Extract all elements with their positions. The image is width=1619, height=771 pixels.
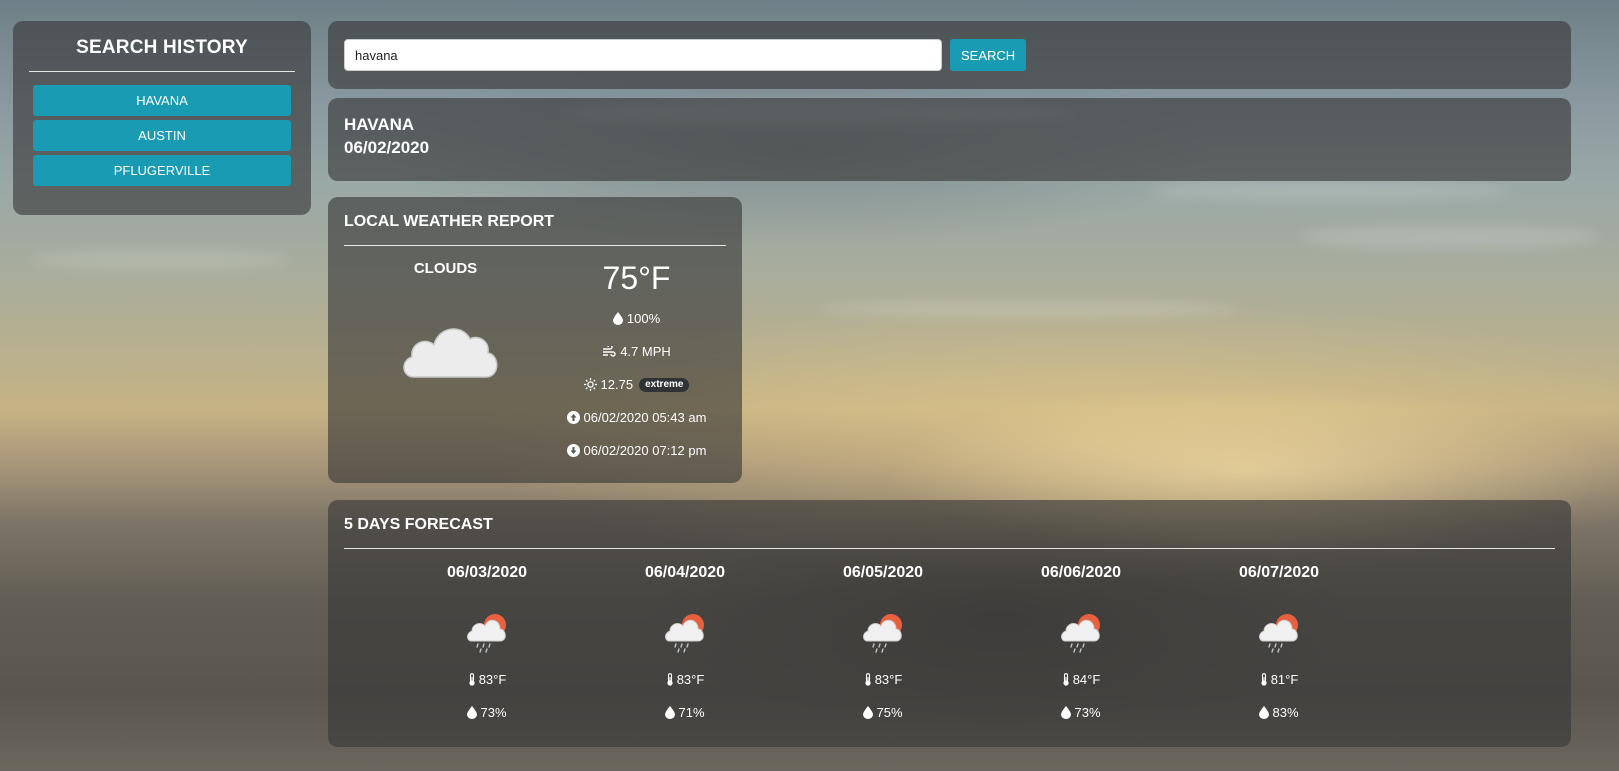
thermometer-icon — [666, 673, 674, 686]
cloud-streak — [1300, 225, 1600, 249]
cloud-icon — [344, 317, 547, 379]
droplet-icon — [612, 312, 623, 325]
forecast-temp: 83°F — [676, 672, 705, 687]
thermometer-icon — [864, 673, 872, 686]
sun-cloud-rain-icon — [388, 609, 586, 653]
search-history-list: HAVANA AUSTIN PFLUGERVILLE — [29, 85, 295, 186]
forecast-temp: 84°F — [1072, 672, 1101, 687]
forecast-date: 06/06/2020 — [1040, 564, 1122, 581]
forecast-temp-stat: 81°F — [1180, 663, 1378, 696]
forecast-humidity-stat: 75% — [784, 696, 982, 729]
forecast-day: 06/03/2020 83°F 73% — [388, 561, 586, 729]
humidity-stat: 100% — [547, 302, 726, 335]
wind-stat: 4.7 MPH — [547, 335, 726, 368]
uv-stat: 12.75 extreme — [547, 368, 726, 401]
forecast-humidity-stat: 71% — [586, 696, 784, 729]
sun-cloud-rain-icon — [1180, 609, 1378, 653]
search-history-title: SEARCH HISTORY — [29, 37, 295, 72]
forecast-temp: 83°F — [874, 672, 903, 687]
forecast-humidity-stat: 73% — [982, 696, 1180, 729]
wind-icon — [602, 345, 616, 358]
sunset-stat: 06/02/2020 07:12 pm — [547, 434, 726, 467]
forecast-panel: 5 DAYS FORECAST 06/03/2020 83°F 73% 06/0… — [328, 500, 1571, 747]
droplet-icon — [1061, 706, 1072, 719]
droplet-icon — [467, 706, 478, 719]
sunset-value: 06/02/2020 07:12 pm — [583, 443, 707, 458]
droplet-icon — [1259, 706, 1270, 719]
history-button-pflugerville[interactable]: PFLUGERVILLE — [33, 155, 291, 186]
forecast-humidity: 71% — [678, 705, 705, 720]
forecast-temp-stat: 83°F — [388, 663, 586, 696]
search-bar: SEARCH — [328, 21, 1571, 89]
forecast-date: 06/04/2020 — [644, 564, 726, 581]
forecast-day: 06/05/2020 83°F 75% — [784, 561, 982, 729]
droplet-icon — [665, 706, 676, 719]
thermometer-icon — [468, 673, 476, 686]
forecast-humidity-stat: 83% — [1180, 696, 1378, 729]
forecast-humidity-stat: 73% — [388, 696, 586, 729]
forecast-humidity: 83% — [1272, 705, 1299, 720]
forecast-day: 06/07/2020 81°F 83% — [1180, 561, 1378, 729]
uv-value: 12.75 — [600, 377, 634, 392]
local-weather-title: LOCAL WEATHER REPORT — [344, 213, 726, 246]
forecast-humidity: 73% — [1074, 705, 1101, 720]
forecast-date: 06/03/2020 — [446, 564, 528, 581]
current-date: 06/02/2020 — [344, 138, 430, 157]
forecast-day: 06/06/2020 84°F 73% — [982, 561, 1180, 729]
forecast-humidity: 75% — [876, 705, 903, 720]
wind-value: 4.7 MPH — [620, 344, 671, 359]
sunrise-value: 06/02/2020 05:43 am — [583, 410, 707, 425]
arrow-up-circle-icon — [566, 411, 580, 424]
forecast-temp: 83°F — [478, 672, 507, 687]
forecast-day: 06/04/2020 83°F 71% — [586, 561, 784, 729]
sun-icon — [583, 378, 597, 391]
search-history-panel: SEARCH HISTORY HAVANA AUSTIN PFLUGERVILL… — [13, 21, 311, 215]
forecast-temp: 81°F — [1270, 672, 1299, 687]
forecast-temp-stat: 83°F — [784, 663, 982, 696]
thermometer-icon — [1062, 673, 1070, 686]
search-button[interactable]: SEARCH — [950, 39, 1027, 71]
forecast-temp-stat: 83°F — [586, 663, 784, 696]
forecast-date: 06/05/2020 — [842, 564, 924, 581]
city-header: HAVANA 06/02/2020 — [328, 98, 1571, 181]
weather-condition: CLOUDS — [413, 260, 478, 277]
forecast-date: 06/07/2020 — [1238, 564, 1320, 581]
droplet-icon — [863, 706, 874, 719]
history-button-havana[interactable]: HAVANA — [33, 85, 291, 116]
sun-cloud-rain-icon — [784, 609, 982, 653]
uv-severity-badge: extreme — [639, 377, 690, 392]
local-weather-report: LOCAL WEATHER REPORT CLOUDS 75°F 100% 4.… — [328, 197, 742, 483]
cloud-streak — [1150, 180, 1510, 202]
thermometer-icon — [1260, 673, 1268, 686]
sun-cloud-rain-icon — [586, 609, 784, 653]
city-name: HAVANA — [344, 115, 415, 134]
forecast-days: 06/03/2020 83°F 73% 06/04/2020 83°F 71% — [344, 561, 1555, 729]
cloud-streak — [820, 300, 1240, 318]
cloud-streak — [30, 250, 290, 270]
sunrise-stat: 06/02/2020 05:43 am — [547, 401, 726, 434]
search-input[interactable] — [344, 39, 942, 71]
sun-cloud-rain-icon — [982, 609, 1180, 653]
forecast-title: 5 DAYS FORECAST — [344, 516, 1555, 549]
humidity-value: 100% — [626, 311, 661, 326]
forecast-temp-stat: 84°F — [982, 663, 1180, 696]
arrow-down-circle-icon — [566, 444, 580, 457]
history-button-austin[interactable]: AUSTIN — [33, 120, 291, 151]
forecast-humidity: 73% — [480, 705, 507, 720]
current-temperature: 75°F — [602, 260, 671, 296]
